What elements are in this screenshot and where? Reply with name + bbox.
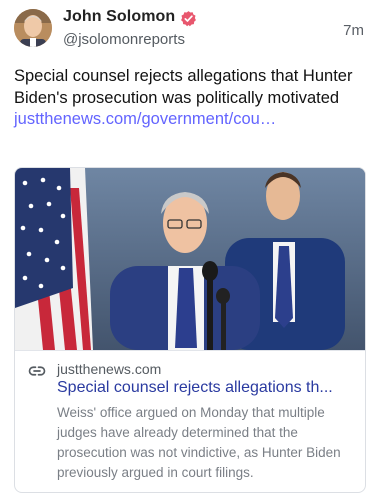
- card-title[interactable]: Special counsel rejects allegations th..…: [57, 379, 357, 397]
- card-description: Weiss' office argued on Monday that mult…: [57, 405, 341, 480]
- avatar[interactable]: [14, 9, 52, 47]
- post-text: Special counsel rejects allegations that…: [14, 67, 353, 107]
- link-icon: [28, 366, 46, 376]
- card-domain: justthenews.com: [57, 361, 162, 377]
- link-preview-card[interactable]: justthenews.com Special counsel rejects …: [14, 167, 366, 493]
- verified-badge-icon: [181, 11, 196, 27]
- display-name[interactable]: John Solomon: [63, 8, 175, 26]
- post: John Solomon @jsolomonreports 7m Special…: [0, 0, 380, 500]
- author-handle[interactable]: @jsolomonreports: [63, 31, 185, 48]
- post-header: John Solomon @jsolomonreports 7m: [0, 0, 380, 60]
- card-image[interactable]: [15, 168, 365, 350]
- post-link[interactable]: justthenews.com/government/cou…: [14, 110, 276, 128]
- card-divider: [15, 350, 365, 351]
- post-body: Special counsel rejects allegations that…: [14, 66, 354, 131]
- post-timestamp[interactable]: 7m: [343, 22, 364, 39]
